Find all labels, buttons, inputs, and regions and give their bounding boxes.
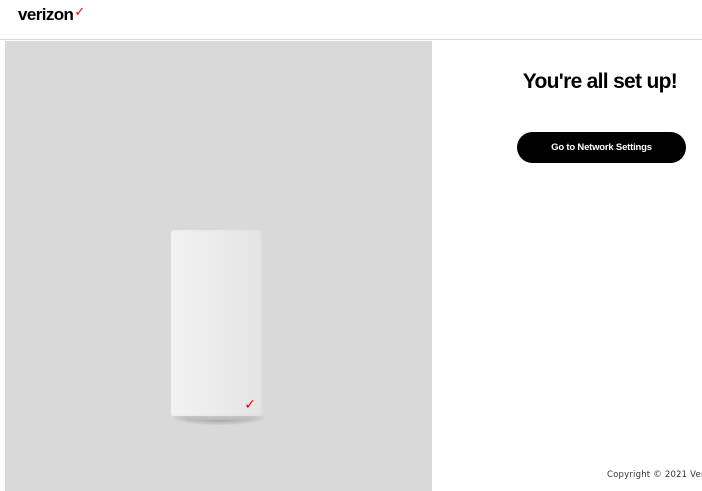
page-title: You're all set up! bbox=[522, 70, 678, 93]
go-to-network-settings-button[interactable]: Go to Network Settings bbox=[517, 132, 686, 163]
logo-wordmark: verizon bbox=[18, 5, 74, 24]
router-hero-image: ✓ bbox=[5, 41, 432, 491]
checkmark-icon: ✓ bbox=[74, 4, 85, 19]
checkmark-icon: ✓ bbox=[244, 396, 256, 412]
top-header: verizon ✓ bbox=[0, 0, 702, 40]
setup-complete-page: verizon ✓ ✓ You're all set up! Go to Netw… bbox=[0, 0, 702, 491]
verizon-logo: verizon ✓ bbox=[18, 4, 85, 25]
router-device: ✓ bbox=[171, 230, 263, 416]
copyright-text: Copyright © 2021 Veriz bbox=[607, 470, 702, 480]
